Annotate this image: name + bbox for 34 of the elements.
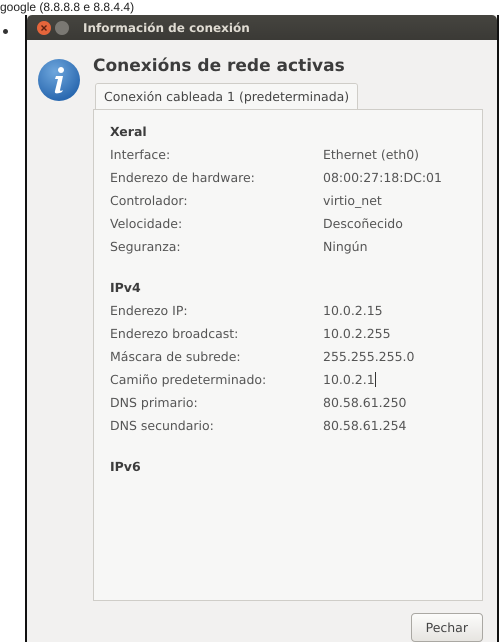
field-label: Velocidade:	[110, 216, 184, 231]
field-value: Ningún	[323, 239, 369, 254]
close-icon[interactable]	[37, 20, 51, 34]
field-label: Enderezo broadcast:	[110, 326, 240, 341]
field-value: 10.0.2.1	[323, 372, 377, 387]
bullet-icon	[3, 29, 8, 34]
minimize-icon[interactable]	[55, 20, 69, 34]
close-button[interactable]: Pechar	[410, 613, 483, 642]
caption-text: google (8.8.8.8 e 8.8.4.4)	[0, 0, 136, 15]
field-value: virtio_net	[323, 193, 383, 208]
field-value: 255.255.255.0	[323, 349, 416, 364]
dialog-heading: Conexións de rede activas	[93, 56, 346, 76]
field-value: 08:00:27:18:DC:01	[323, 170, 443, 185]
field-label: Controlador:	[110, 193, 189, 208]
field-label: Seguranza:	[110, 239, 182, 254]
field-label: Enderezo IP:	[110, 303, 189, 318]
section-title: IPv6	[110, 459, 142, 476]
window-title: Información de conexión	[83, 20, 250, 34]
info-icon	[37, 58, 81, 102]
field-label: Máscara de subrede:	[110, 349, 242, 364]
field-label: Enderezo de hardware:	[110, 170, 256, 185]
field-value: 10.0.2.15	[323, 303, 384, 318]
field-label: DNS secundario:	[110, 418, 215, 433]
section-title: IPv4	[110, 280, 142, 297]
field-label: Interface:	[110, 147, 172, 162]
field-label: DNS primario:	[110, 395, 199, 410]
field-value: 80.58.61.254	[323, 418, 408, 433]
field-value: 10.0.2.255	[323, 326, 392, 341]
field-value: 80.58.61.250	[323, 395, 408, 410]
section-title: Xeral	[110, 124, 148, 141]
field-value: Ethernet (eth0)	[323, 147, 420, 162]
connection-tab[interactable]: Conexión cableada 1 (predeterminada)	[95, 83, 358, 109]
field-value: Descoñecido	[323, 216, 404, 231]
field-label: Camiño predeterminado:	[110, 372, 268, 387]
